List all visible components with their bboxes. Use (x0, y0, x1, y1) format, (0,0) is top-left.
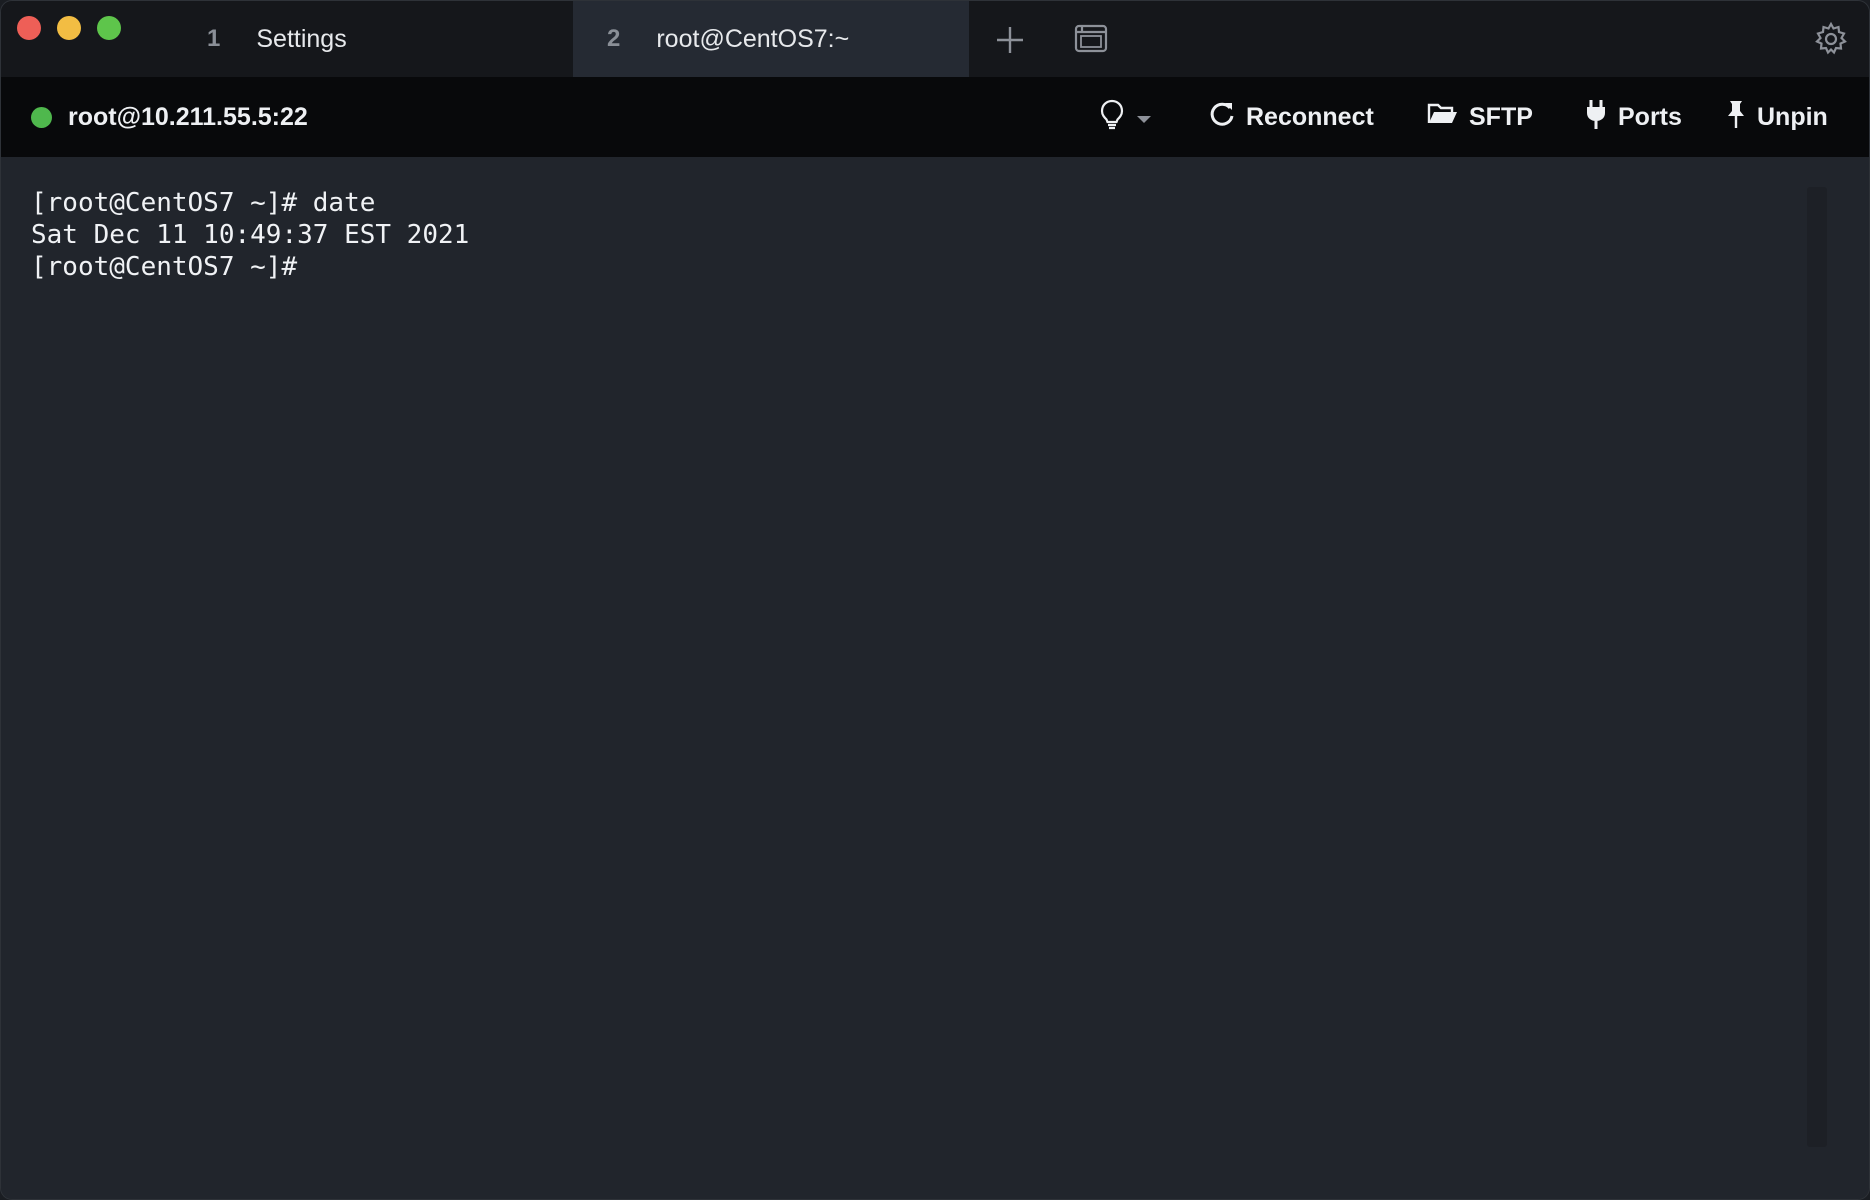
plus-icon[interactable] (993, 23, 1027, 57)
ports-button[interactable]: Ports (1584, 77, 1682, 157)
refresh-icon (1208, 100, 1246, 135)
terminal-line: Sat Dec 11 10:49:37 EST 2021 (31, 220, 470, 250)
connection-status-indicator (31, 107, 52, 128)
unpin-label: Unpin (1757, 102, 1828, 131)
minimize-window-button[interactable] (57, 16, 81, 40)
plug-icon (1584, 98, 1618, 137)
terminal-line: [root@CentOS7 ~]# date (31, 188, 376, 218)
folder-open-icon (1427, 101, 1469, 134)
sftp-button[interactable]: SFTP (1427, 77, 1533, 157)
session-toolbar: root@10.211.55.5:22 Reconnect SFTP Ports… (1, 77, 1869, 157)
reconnect-button[interactable]: Reconnect (1208, 77, 1374, 157)
terminal-line: [root@CentOS7 ~]# (31, 252, 298, 282)
tab-number: 1 (207, 25, 221, 52)
tab-settings[interactable]: 1 Settings (207, 1, 573, 77)
maximize-window-button[interactable] (97, 16, 121, 40)
unpin-button[interactable]: Unpin (1725, 77, 1828, 157)
chevron-down-icon (1135, 103, 1163, 132)
tab-label: Settings (256, 24, 347, 53)
app-window: 1 Settings 2 root@CentOS7:~ root@10.211.… (0, 0, 1870, 1200)
sftp-label: SFTP (1469, 102, 1533, 131)
tab-number: 2 (607, 25, 621, 52)
tab-bar: 1 Settings 2 root@CentOS7:~ (1, 1, 1869, 77)
lightbulb-icon (1099, 98, 1135, 137)
ports-label: Ports (1618, 102, 1682, 131)
terminal-view[interactable]: [root@CentOS7 ~]# date Sat Dec 11 10:49:… (1, 157, 1869, 1199)
session-host: root@10.211.55.5:22 (68, 103, 308, 131)
close-window-button[interactable] (17, 16, 41, 40)
tab-terminal-session[interactable]: 2 root@CentOS7:~ (573, 1, 969, 77)
window-overview-icon[interactable] (1073, 21, 1109, 55)
gear-icon[interactable] (1813, 21, 1849, 57)
reconnect-label: Reconnect (1246, 102, 1374, 131)
pin-icon (1725, 99, 1757, 136)
terminal-scrollbar[interactable] (1807, 187, 1827, 1147)
tab-label: root@CentOS7:~ (656, 24, 850, 53)
quick-actions-dropdown[interactable] (1099, 77, 1163, 157)
terminal-output: [root@CentOS7 ~]# date Sat Dec 11 10:49:… (31, 187, 469, 283)
